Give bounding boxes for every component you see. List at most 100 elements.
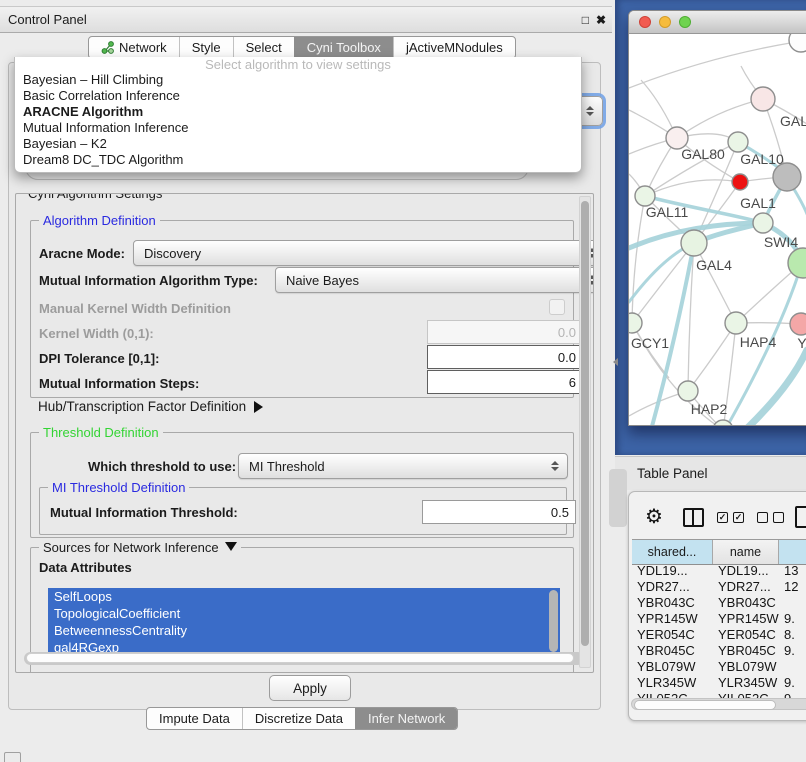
attribute-item[interactable]: TopologicalCoefficient [48,605,560,622]
column-header[interactable] [779,540,806,564]
tab-style[interactable]: Style [179,37,233,58]
minimized-panel-button[interactable] [4,752,21,762]
divider-handle[interactable] [609,469,627,527]
kernel-width-field[interactable]: 0.0 [427,320,583,344]
table-row[interactable]: YER054CYER054C8. [632,627,806,643]
table-horizontal-scrollbar[interactable] [631,698,806,710]
manual-kernel-checkbox[interactable] [549,299,565,315]
attribute-item[interactable]: BetweennessCentrality [48,622,560,639]
network-node[interactable] [728,132,748,152]
algorithm-option[interactable]: Mutual Information Inference [15,120,581,136]
tab-network[interactable]: Network [89,37,179,58]
attributes-scrollbar[interactable] [549,590,558,652]
network-node[interactable] [678,381,698,401]
network-node[interactable] [635,186,655,206]
table-panel-titlebar: Table Panel [615,456,806,490]
table-row[interactable]: YDL19...YDL19...13 [632,563,806,579]
network-node[interactable] [681,230,707,256]
screen: Control Panel □ ✖ NetworkStyleSelectCyni… [0,0,806,762]
columns-icon[interactable] [683,508,704,527]
close-traffic-light-icon[interactable] [639,16,651,28]
network-node[interactable] [790,313,806,335]
tab-jactivemnodules[interactable]: jActiveMNodules [393,37,515,58]
hub-section-toggle[interactable]: Hub/Transcription Factor Definition [38,399,263,414]
split-pane-arrow-icon[interactable] [613,358,618,366]
bottom-tab-infer-network[interactable]: Infer Network [355,708,457,729]
dpi-tolerance-field[interactable]: 0.0 [427,345,583,369]
network-node[interactable] [751,87,775,111]
network-node[interactable] [629,313,642,333]
apply-button[interactable]: Apply [269,675,351,701]
network-edge [632,196,645,323]
algorithm-option[interactable]: Basic Correlation Inference [15,88,581,104]
control-panel-tabbar: NetworkStyleSelectCyni ToolboxjActiveMNo… [88,36,516,59]
tab-cyni-toolbox[interactable]: Cyni Toolbox [294,37,393,58]
table-row[interactable]: YPR145WYPR145W9. [632,611,806,627]
algorithm-option[interactable]: ARACNE Algorithm [15,104,581,120]
mi-steps-value: 6 [569,375,576,390]
sources-title[interactable]: Sources for Network Inference [39,540,241,555]
algorithm-dropdown-header: Select algorithm to view settings [15,57,581,72]
mi-algorithm-type-combo[interactable]: Naive Bayes [275,267,594,293]
sources-title-text: Sources for Network Inference [43,540,219,555]
mi-steps-field[interactable]: 6 [427,370,583,394]
close-icon[interactable]: ✖ [596,13,606,27]
table-panel-card: ⚙ ✓ ✓ shared...name YDL19...YDL19...13YD… [628,491,806,721]
data-attributes-list[interactable]: SelfLoopsTopologicalCoefficientBetweenne… [48,588,560,656]
algorithm-option[interactable]: Bayesian – K2 [15,136,581,152]
network-node[interactable] [753,213,773,233]
tab-select[interactable]: Select [233,37,294,58]
settings-vertical-scrollbar[interactable] [579,196,591,668]
column-header[interactable]: shared... [632,540,713,564]
gear-icon[interactable]: ⚙ [645,504,663,529]
table-row[interactable]: YBR045CYBR045C9. [632,643,806,659]
bottom-tab-discretize-data[interactable]: Discretize Data [242,708,355,729]
expanded-arrow-icon [225,542,237,551]
hub-section-label: Hub/Transcription Factor Definition [38,399,246,414]
data-attributes-label: Data Attributes [39,560,132,575]
table-row[interactable]: YLR345WYLR345W9. [632,675,806,691]
mi-steps-label: Mutual Information Steps: [39,376,199,391]
dpi-tolerance-value: 0.0 [558,350,576,365]
settings-horizontal-scrollbar[interactable] [24,652,584,665]
network-node-label: GAL [780,113,806,129]
node-table: shared...name YDL19...YDL19...13YDR27...… [632,539,806,565]
float-icon[interactable]: □ [582,13,589,27]
network-node-label: GAL80 [681,146,725,162]
network-node[interactable] [789,34,806,52]
window-buttons: □ ✖ [582,13,606,27]
network-edge [645,180,740,196]
table-row[interactable]: YDR27...YDR27...12 [632,579,806,595]
table-panel-title: Table Panel [637,466,708,481]
network-node-label: HAP2 [691,401,728,417]
checked-checkbox-icon[interactable]: ✓ [717,512,728,523]
algorithm-definition-group: Algorithm Definition Aracne Mode: Discov… [30,220,574,398]
table-row[interactable]: YBR043CYBR043C [632,595,806,611]
mi-threshold-field[interactable]: 0.5 [422,500,576,524]
network-node-label: HAP4 [740,334,777,350]
table-header-row: shared...name [632,539,806,565]
zoom-traffic-light-icon[interactable] [679,16,691,28]
network-canvas[interactable]: GALGAL80GAL10GAL1GAL11SWI4GAL4GCY1HAP4YH… [629,34,806,426]
unchecked-checkbox-icon[interactable] [757,512,768,523]
document-icon[interactable] [795,506,806,528]
unchecked-checkbox-icon[interactable] [773,512,784,523]
algorithm-option[interactable]: Bayesian – Hill Climbing [15,72,581,88]
network-node[interactable] [732,174,748,190]
algorithm-option[interactable]: Dream8 DC_TDC Algorithm [15,152,581,168]
network-node[interactable] [725,312,747,334]
manual-kernel-label: Manual Kernel Width Definition [39,301,231,316]
network-node-label: GAL4 [696,257,732,273]
attribute-item[interactable]: SelfLoops [48,588,560,605]
aracne-mode-combo[interactable]: Discovery [133,240,594,266]
minimize-traffic-light-icon[interactable] [659,16,671,28]
bottom-tab-impute-data[interactable]: Impute Data [147,708,242,729]
network-node[interactable] [773,163,801,191]
column-header[interactable]: name [713,540,779,564]
table-row[interactable]: YBL079WYBL079W [632,659,806,675]
which-threshold-combo[interactable]: MI Threshold [238,453,568,479]
network-node-label: GAL10 [740,151,784,167]
which-threshold-value: MI Threshold [249,459,325,474]
checked-checkbox-icon[interactable]: ✓ [733,512,744,523]
network-window: GALGAL80GAL10GAL1GAL11SWI4GAL4GCY1HAP4YH… [628,10,806,426]
